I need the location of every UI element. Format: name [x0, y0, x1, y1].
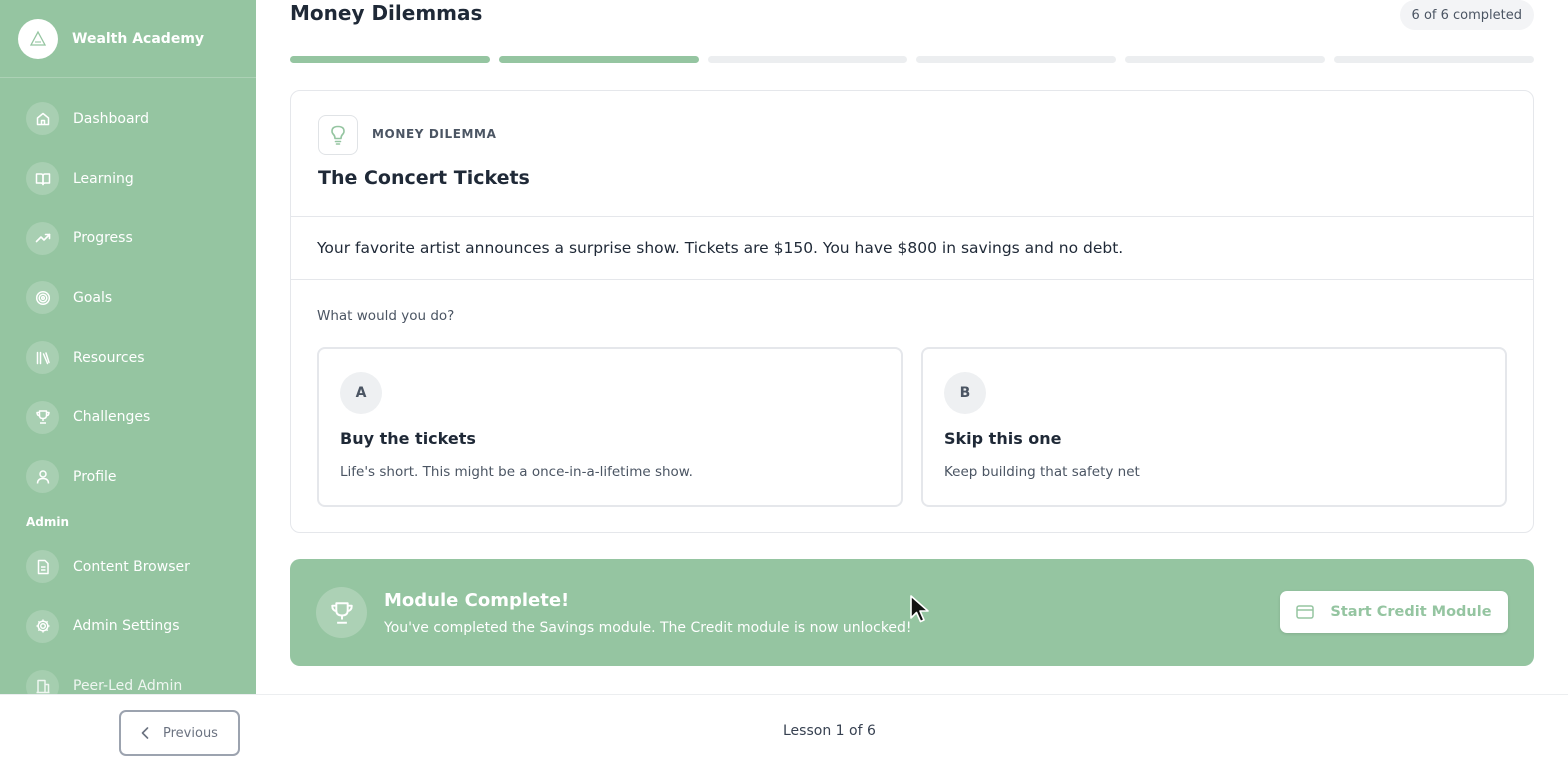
sidebar: Wealth Academy Dashboard Learning Progre… — [0, 0, 256, 694]
module-complete-text: You've completed the Savings module. The… — [384, 620, 912, 636]
progress-segment — [1334, 56, 1534, 63]
progress-segment — [707, 56, 908, 63]
sidebar-item-label: Profile — [73, 468, 117, 485]
sidebar-item-resources[interactable]: Resources — [0, 328, 256, 388]
sidebar-item-label: Challenges — [73, 409, 151, 426]
progress-segment — [290, 56, 490, 63]
trophy-icon — [316, 587, 367, 638]
brand-name: Wealth Academy — [72, 30, 205, 47]
home-icon — [26, 102, 59, 136]
user-icon — [26, 460, 59, 494]
mouse-cursor-icon — [910, 595, 929, 623]
option-title: Skip this one — [944, 429, 1062, 448]
lesson-indicator: Lesson 1 of 6 — [783, 723, 876, 739]
progress-segment — [1125, 56, 1326, 63]
sidebar-item-dashboard[interactable]: Dashboard — [0, 89, 256, 149]
dilemma-title: The Concert Tickets — [318, 167, 530, 189]
lesson-footer: Previous Lesson 1 of 6 — [0, 694, 1568, 768]
target-icon — [26, 281, 59, 315]
sidebar-item-progress[interactable]: Progress — [0, 208, 256, 268]
progress-segment — [916, 56, 1117, 63]
credit-card-icon — [1296, 605, 1315, 619]
progress-segment — [498, 56, 699, 63]
gear-icon — [26, 609, 59, 643]
completed-badge: 6 of 6 completed — [1399, 0, 1534, 30]
admin-section-heading: Admin — [26, 514, 70, 529]
start-credit-module-button[interactable]: Start Credit Module — [1280, 591, 1508, 633]
sidebar-item-label: Dashboard — [73, 110, 149, 127]
sidebar-item-content-browser[interactable]: Content Browser — [0, 537, 256, 597]
sidebar-item-label: Peer-Led Admin — [73, 678, 183, 694]
previous-label: Previous — [163, 725, 218, 741]
option-b-card[interactable]: B Skip this one Keep building that safet… — [921, 347, 1507, 507]
sidebar-item-label: Learning — [73, 170, 134, 187]
library-icon — [26, 341, 59, 375]
sidebar-item-challenges[interactable]: Challenges — [0, 387, 256, 447]
sidebar-item-peer-led-admin[interactable]: Peer-Led Admin — [0, 656, 256, 694]
option-letter: B — [944, 372, 986, 414]
sidebar-item-goals[interactable]: Goals — [0, 268, 256, 328]
dilemma-tag: MONEY DILEMMA — [372, 127, 497, 141]
building-icon — [26, 669, 59, 694]
brand-logo-icon — [18, 18, 58, 59]
dilemma-scenario: Your favorite artist announces a surpris… — [291, 217, 1533, 280]
option-letter: A — [340, 372, 382, 414]
previous-button[interactable]: Previous — [119, 710, 240, 756]
dilemma-question: What would you do? — [317, 308, 455, 324]
sidebar-item-learning[interactable]: Learning — [0, 149, 256, 209]
sidebar-item-profile[interactable]: Profile — [0, 447, 256, 507]
dilemma-card: MONEY DILEMMA The Concert Tickets Your f… — [290, 90, 1534, 533]
sidebar-item-label: Content Browser — [73, 558, 190, 575]
brand[interactable]: Wealth Academy — [0, 0, 256, 78]
trophy-icon — [26, 400, 59, 434]
sidebar-nav: Dashboard Learning Progress Goals Resour… — [0, 89, 256, 694]
sidebar-item-label: Progress — [73, 230, 133, 247]
lightbulb-icon — [318, 115, 358, 155]
option-title: Buy the tickets — [340, 429, 476, 448]
start-credit-module-label: Start Credit Module — [1330, 604, 1492, 620]
chevron-left-icon — [141, 727, 149, 739]
sidebar-item-admin-settings[interactable]: Admin Settings — [0, 597, 256, 657]
book-icon — [26, 162, 59, 196]
trending-up-icon — [26, 221, 59, 255]
lesson-progress-bar — [290, 56, 1534, 63]
page-title: Money Dilemmas — [290, 1, 483, 25]
option-a-card[interactable]: A Buy the tickets Life's short. This mig… — [317, 347, 903, 507]
module-complete-title: Module Complete! — [384, 590, 570, 611]
file-text-icon — [26, 550, 59, 584]
sidebar-item-label: Goals — [73, 289, 113, 306]
sidebar-item-label: Resources — [73, 349, 145, 366]
sidebar-item-label: Admin Settings — [73, 618, 180, 635]
option-description: Keep building that safety net — [944, 464, 1140, 480]
dilemma-card-header: MONEY DILEMMA The Concert Tickets — [291, 91, 1533, 217]
option-description: Life's short. This might be a once-in-a-… — [340, 464, 693, 480]
